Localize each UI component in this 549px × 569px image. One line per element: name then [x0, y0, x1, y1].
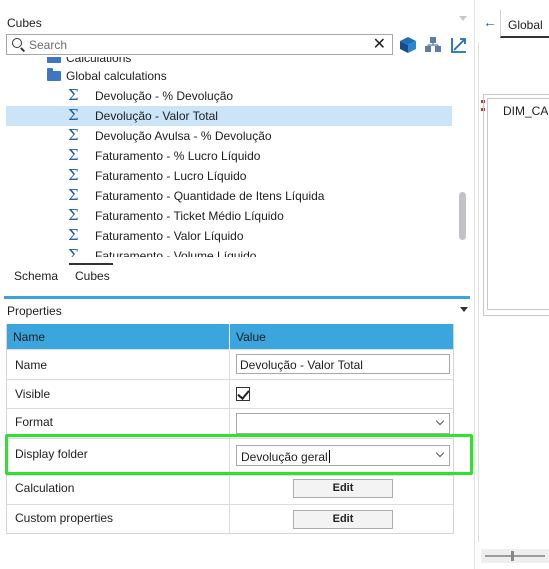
tree-item[interactable]: Σ Faturamento - % Lucro Líquido — [6, 146, 452, 166]
name-field-value: Devolução - Valor Total — [240, 358, 363, 372]
table-node-header[interactable]: DIM_CART — [491, 100, 549, 120]
panel-splitter[interactable] — [4, 296, 470, 299]
sigma-icon: Σ — [68, 246, 79, 257]
property-row-custom-properties: Custom properties Edit — [7, 504, 453, 534]
tree-item-label: Devolução - % Devolução — [95, 89, 234, 103]
tree-item-label: Faturamento - % Lucro Líquido — [95, 149, 261, 163]
sigma-icon: Σ — [68, 206, 79, 224]
sigma-icon: Σ — [68, 166, 79, 184]
format-dropdown[interactable] — [236, 413, 450, 434]
tree-item[interactable]: Σ Faturamento - Ticket Médio Líquido — [6, 206, 452, 226]
tree-item-label: Faturamento - Valor Líquido — [95, 229, 244, 243]
sigma-icon: Σ — [68, 106, 79, 124]
property-row-name: Name Devolução - Valor Total — [7, 349, 453, 379]
column-separator — [229, 505, 230, 534]
tree-item-label: Devolução Avulsa - % Devolução — [95, 129, 272, 143]
tree-folder-label: Global calculations — [66, 69, 167, 83]
tab-cubes[interactable]: Cubes — [75, 269, 110, 283]
property-label: Visible — [15, 387, 51, 401]
property-label: Format — [15, 415, 54, 429]
hierarchy-icon[interactable] — [423, 35, 443, 55]
search-icon — [12, 38, 22, 48]
edit-calculation-button[interactable]: Edit — [293, 479, 393, 498]
property-label: Calculation — [15, 481, 75, 495]
tree-item[interactable]: Σ Faturamento - Quantidade de Itens Líqu… — [6, 186, 452, 206]
zoom-slider[interactable] — [481, 549, 549, 563]
properties-menu-icon[interactable] — [460, 307, 468, 312]
properties-title: Properties — [7, 304, 62, 318]
tab-global[interactable]: Global — [500, 10, 549, 38]
visible-checkbox[interactable] — [236, 387, 250, 401]
property-row-calculation: Calculation Edit — [7, 475, 453, 504]
display-folder-highlight — [5, 434, 473, 475]
cube-tree: Calculations Global calculations Σ Devol… — [0, 57, 456, 257]
tree-item[interactable]: Σ Faturamento - Lucro Líquido — [6, 166, 452, 186]
app-window: Cubes ✕ Calculations — [0, 0, 549, 569]
search-input[interactable] — [29, 36, 369, 53]
diagram-canvas[interactable]: DIM_CART — [478, 42, 549, 542]
axis-icon[interactable] — [449, 35, 469, 55]
tree-item[interactable]: Σ Faturamento - Valor Líquido — [6, 226, 452, 246]
folder-icon — [47, 68, 61, 81]
search-box[interactable]: ✕ — [6, 34, 393, 55]
chevron-down-icon — [435, 416, 445, 426]
column-separator — [229, 380, 230, 408]
cubes-panel-title: Cubes — [7, 16, 42, 30]
sigma-icon: Σ — [68, 186, 79, 204]
tree-item-label: Faturamento - Volume Líquido — [95, 249, 257, 257]
clear-search-icon[interactable]: ✕ — [373, 36, 386, 53]
tree-item[interactable]: Σ Devolução - % Devolução — [6, 86, 452, 106]
tree-item-label: Faturamento - Quantidade de Itens Líquid… — [95, 189, 325, 203]
tree-folder-label: Calculations — [66, 57, 132, 65]
folder-icon — [47, 57, 61, 63]
properties-grid: Name Value Name Devolução - Valor Total … — [6, 324, 454, 534]
tree-item-label: Faturamento - Lucro Líquido — [95, 169, 247, 183]
panel-collapse-icon[interactable] — [459, 16, 467, 21]
panel-tabs: Schema Cubes — [0, 262, 470, 288]
zoom-track — [485, 555, 545, 557]
zoom-thumb[interactable] — [511, 551, 514, 561]
right-panel: ← Global DIM_CART — [475, 0, 549, 569]
back-arrow-icon[interactable]: ← — [483, 14, 497, 30]
sigma-icon: Σ — [68, 146, 79, 164]
column-separator — [229, 476, 230, 504]
left-panel: Cubes ✕ Calculations — [0, 0, 474, 569]
tab-global-label: Global — [508, 18, 543, 32]
table-node[interactable] — [487, 98, 549, 310]
header-value: Value — [236, 330, 266, 344]
tree-item[interactable]: Σ Faturamento - Volume Líquido — [6, 246, 452, 257]
tree-item[interactable]: Σ Devolução Avulsa - % Devolução — [6, 126, 452, 146]
cube-icon[interactable] — [398, 35, 418, 55]
header-separator — [229, 324, 230, 349]
table-node-title: DIM_CART — [503, 104, 549, 118]
tree-item-label: Devolução - Valor Total — [95, 109, 218, 123]
edit-custom-properties-button[interactable]: Edit — [293, 510, 393, 529]
property-label: Name — [15, 358, 48, 372]
sigma-icon: Σ — [68, 86, 79, 104]
property-label: Custom properties — [15, 511, 114, 525]
tree-scrollbar[interactable] — [459, 192, 466, 240]
name-field[interactable]: Devolução - Valor Total — [236, 354, 450, 374]
tree-item-selected[interactable]: Σ Devolução - Valor Total — [6, 106, 452, 126]
tree-folder-global-calculations[interactable]: Global calculations — [6, 66, 452, 86]
tab-schema[interactable]: Schema — [14, 269, 58, 283]
property-row-visible: Visible — [7, 379, 453, 408]
column-separator — [229, 350, 230, 379]
sigma-icon: Σ — [68, 226, 79, 244]
header-name: Name — [13, 330, 46, 344]
grid-header: Name Value — [7, 324, 453, 349]
tree-item-label: Faturamento - Ticket Médio Líquido — [95, 209, 284, 223]
sigma-icon: Σ — [68, 126, 79, 144]
